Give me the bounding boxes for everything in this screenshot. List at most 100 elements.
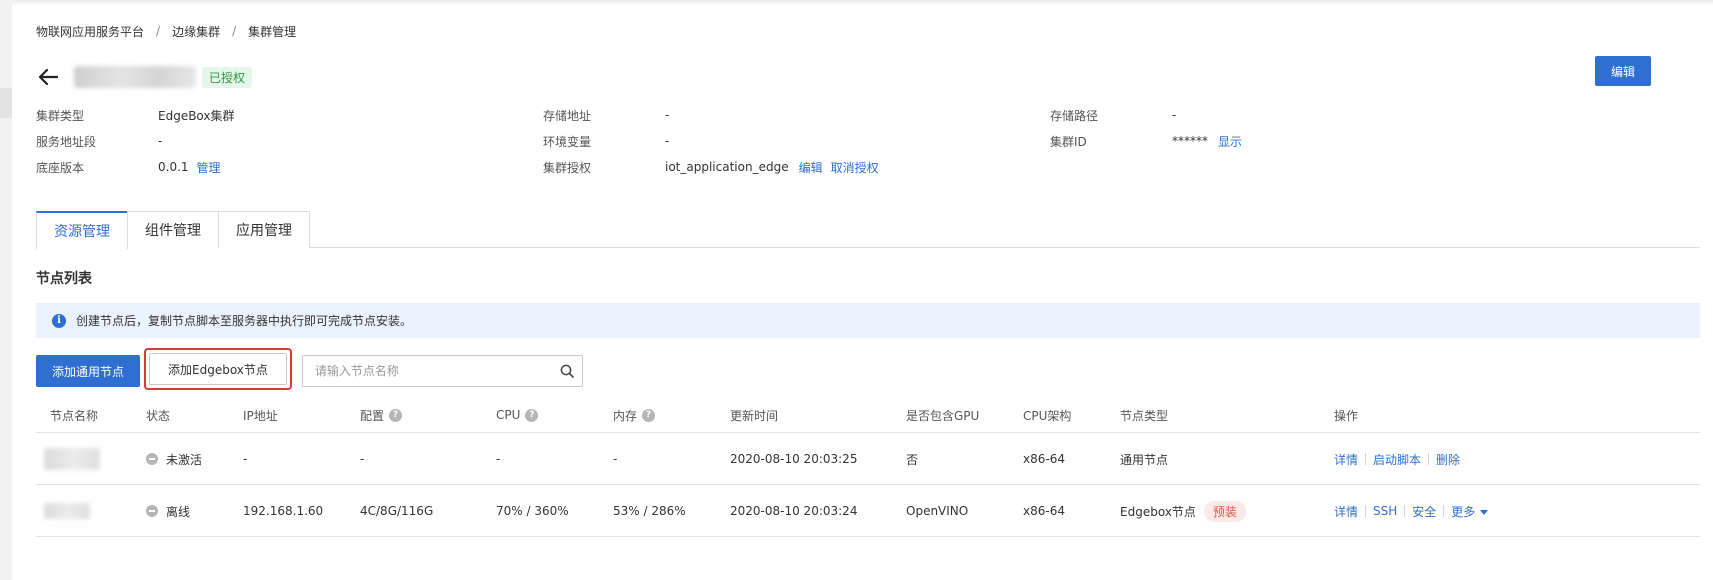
details-link[interactable]: 详情 (1334, 451, 1358, 468)
top-shadow (12, 0, 1713, 6)
storage-address-label: 存储地址 (543, 108, 592, 123)
cluster-id-label: 集群ID (1050, 134, 1087, 149)
breadcrumb-item-edge-cluster[interactable]: 边缘集群 (172, 23, 220, 40)
help-icon[interactable]: ? (642, 408, 656, 422)
col-ip: IP地址 (243, 408, 278, 423)
add-edgebox-node-button[interactable]: 添加Edgebox节点 (149, 353, 287, 385)
show-cluster-id-link[interactable]: 显示 (1218, 133, 1242, 150)
col-gpu: 是否包含GPU (906, 408, 980, 423)
col-node-type: 节点类型 (1120, 408, 1169, 423)
node-type: 通用节点 (1120, 452, 1169, 467)
start-script-link[interactable]: 启动脚本 (1373, 451, 1421, 468)
status-inactive-icon (146, 453, 158, 465)
highlight-box: 添加Edgebox节点 (144, 348, 292, 390)
node-cpu-arch: x86-64 (1023, 504, 1065, 518)
info-row: 集群类型 EdgeBox集群 存储地址 - 存储路径 - (36, 102, 1316, 128)
help-icon[interactable]: ? (525, 408, 539, 422)
node-name-redacted (44, 485, 90, 537)
base-version-label: 底座版本 (36, 160, 85, 175)
node-search-input[interactable] (302, 356, 552, 386)
col-memory: 内存? (613, 397, 656, 433)
col-cpu-label: CPU (496, 408, 521, 422)
node-status: 离线 (146, 485, 190, 537)
breadcrumb-item-platform[interactable]: 物联网应用服务平台 (36, 23, 144, 40)
tab-component-management[interactable]: 组件管理 (127, 211, 219, 248)
col-config-label: 配置 (360, 408, 385, 423)
col-updated: 更新时间 (730, 408, 779, 423)
status-offline-icon (146, 505, 158, 517)
table-row: 离线 192.168.1.60 4C/8G/116G 70% / 360% 53… (36, 485, 1700, 537)
node-ip: - (243, 452, 248, 466)
col-cpu-arch: CPU架构 (1023, 408, 1072, 423)
storage-address-value: - (665, 108, 670, 122)
node-name-redacted (44, 433, 100, 485)
node-updated: 2020-08-10 20:03:24 (730, 504, 858, 518)
tab-resource-management[interactable]: 资源管理 (36, 211, 128, 249)
edit-cluster-button[interactable]: 编辑 (1595, 56, 1651, 86)
breadcrumb-item-cluster-management: 集群管理 (248, 24, 297, 39)
col-cpu: CPU? (496, 397, 539, 433)
node-memory: 53% / 286% (613, 504, 686, 518)
ssh-link[interactable]: SSH (1373, 504, 1397, 518)
node-updated: 2020-08-10 20:03:25 (730, 452, 858, 466)
preinstalled-tag: 预装 (1203, 500, 1246, 522)
tab-application-management[interactable]: 应用管理 (218, 211, 310, 248)
action-divider (1428, 453, 1430, 465)
manage-version-link[interactable]: 管理 (197, 159, 221, 176)
storage-path-label: 存储路径 (1050, 108, 1099, 123)
storage-path-field: 存储路径 - (1050, 102, 1176, 128)
status-text: 未激活 (166, 452, 203, 467)
info-row: 底座版本 0.0.1 管理 集群授权 iot_application_edge … (36, 154, 1316, 180)
node-gpu: OpenVINO (906, 504, 969, 518)
service-address-field: 服务地址段 - (36, 128, 162, 154)
node-type-text: Edgebox节点 (1120, 504, 1196, 519)
breadcrumb: 物联网应用服务平台 / 边缘集群 / 集群管理 (36, 22, 296, 40)
action-divider (1365, 505, 1367, 517)
node-type: Edgebox节点 预装 (1120, 485, 1246, 537)
redacted-name (44, 448, 100, 470)
cluster-id-field: 集群ID ****** 显示 (1050, 128, 1242, 154)
node-config: - (360, 452, 365, 466)
env-vars-value: - (665, 134, 670, 148)
help-icon[interactable]: ? (389, 408, 403, 422)
action-divider (1443, 505, 1445, 517)
more-dropdown[interactable]: 更多 (1451, 503, 1489, 520)
details-link[interactable]: 详情 (1334, 503, 1358, 520)
node-table: 节点名称 状态 IP地址 配置? CPU? 内存? 更新时间 是否包含GPU C… (36, 397, 1700, 537)
redacted-name (44, 503, 90, 519)
left-edge-strip (0, 0, 12, 580)
edit-auth-link[interactable]: 编辑 (799, 159, 823, 176)
action-divider (1404, 505, 1406, 517)
cluster-auth-label: 集群授权 (543, 160, 592, 175)
node-status: 未激活 (146, 433, 202, 485)
node-config: 4C/8G/116G (360, 504, 434, 518)
base-version-field: 底座版本 0.0.1 管理 (36, 154, 221, 180)
cluster-type-value: EdgeBox集群 (158, 108, 235, 123)
col-config: 配置? (360, 397, 403, 433)
breadcrumb-separator: / (156, 24, 161, 38)
breadcrumb-separator: / (232, 24, 237, 38)
left-edge-marker (0, 88, 12, 118)
col-status: 状态 (146, 408, 171, 423)
env-vars-label: 环境变量 (543, 134, 592, 149)
add-general-node-button[interactable]: 添加通用节点 (36, 355, 141, 387)
tab-bar: 资源管理 组件管理 应用管理 (36, 211, 1700, 249)
cluster-id-value: ****** (1172, 134, 1208, 148)
back-arrow-icon[interactable] (36, 65, 60, 89)
auth-status-badge: 已授权 (202, 66, 253, 88)
col-memory-label: 内存 (613, 408, 638, 423)
table-header: 节点名称 状态 IP地址 配置? CPU? 内存? 更新时间 是否包含GPU C… (36, 397, 1700, 433)
chevron-down-icon (1480, 509, 1489, 515)
service-address-label: 服务地址段 (36, 134, 97, 149)
security-link[interactable]: 安全 (1412, 503, 1436, 520)
alert-text: 创建节点后，复制节点脚本至服务器中执行即可完成节点安装。 (76, 314, 413, 328)
cluster-type-field: 集群类型 EdgeBox集群 (36, 102, 235, 128)
node-ip: 192.168.1.60 (243, 504, 324, 518)
revoke-auth-link[interactable]: 取消授权 (831, 159, 879, 176)
search-icon[interactable] (552, 364, 582, 378)
storage-address-field: 存储地址 - (543, 102, 669, 128)
row-actions: 详情 SSH 安全 更多 (1334, 485, 1489, 537)
delete-link[interactable]: 删除 (1436, 451, 1460, 468)
col-node-name: 节点名称 (50, 408, 99, 423)
node-memory: - (613, 452, 618, 466)
